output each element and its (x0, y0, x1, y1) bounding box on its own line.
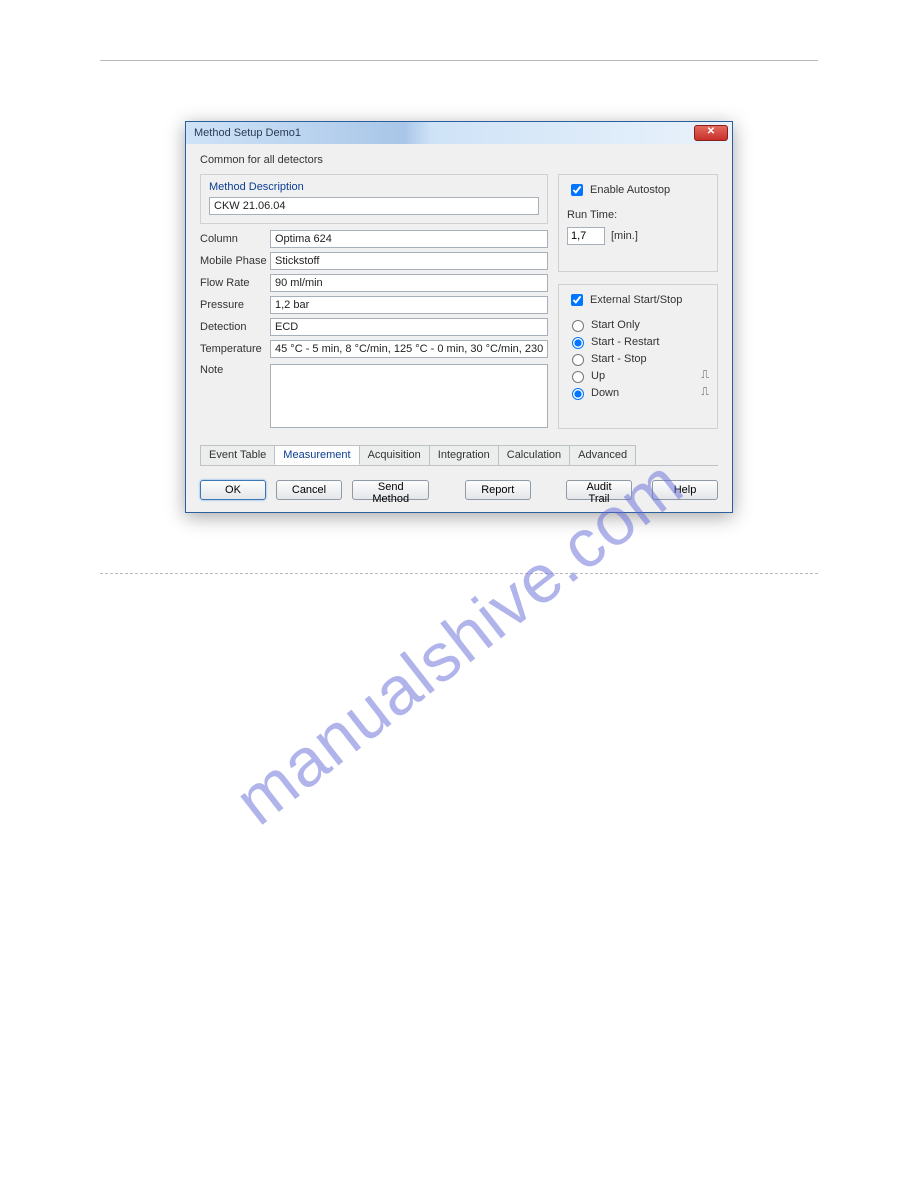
titlebar: Method Setup Demo1 ✕ (186, 122, 732, 144)
enable-autostop-checkbox[interactable]: Enable Autostop (567, 181, 709, 199)
method-description-group: Method Description (200, 174, 548, 224)
button-bar: OK Cancel Send Method Report Audit Trail… (186, 472, 732, 512)
detection-input[interactable] (270, 318, 548, 336)
flow-rate-label: Flow Rate (200, 277, 270, 289)
close-button[interactable]: ✕ (694, 125, 728, 141)
run-time-input[interactable] (567, 227, 605, 245)
ok-button[interactable]: OK (200, 480, 266, 500)
top-rule (100, 60, 818, 61)
up-radio[interactable]: Up ⎍ (567, 368, 709, 383)
start-restart-radio[interactable]: Start - Restart (567, 334, 709, 349)
detection-label: Detection (200, 321, 270, 333)
column-label: Column (200, 233, 270, 245)
falling-edge-icon: ⎍ (701, 386, 709, 399)
tab-calculation[interactable]: Calculation (498, 445, 570, 465)
flow-rate-input[interactable] (270, 274, 548, 292)
tab-strip: Event Table Measurement Acquisition Inte… (200, 445, 718, 466)
method-setup-dialog: Method Setup Demo1 ✕ Common for all dete… (185, 121, 733, 513)
report-button[interactable]: Report (465, 480, 531, 500)
enable-autostop-label: Enable Autostop (590, 184, 670, 196)
tab-event-table[interactable]: Event Table (200, 445, 275, 465)
run-time-unit: [min.] (611, 230, 638, 242)
help-button[interactable]: Help (652, 480, 718, 500)
method-description-label: Method Description (209, 181, 539, 193)
tab-measurement[interactable]: Measurement (274, 445, 359, 465)
tab-acquisition[interactable]: Acquisition (359, 445, 430, 465)
common-for-all-label: Common for all detectors (200, 154, 718, 166)
mobile-phase-label: Mobile Phase (200, 255, 270, 267)
note-label: Note (200, 364, 270, 376)
temperature-label: Temperature (200, 343, 270, 355)
dashed-separator (100, 573, 818, 574)
start-stop-radio[interactable]: Start - Stop (567, 351, 709, 366)
tab-advanced[interactable]: Advanced (569, 445, 636, 465)
external-start-stop-checkbox[interactable]: External Start/Stop (567, 291, 709, 309)
dialog-title: Method Setup Demo1 (194, 127, 301, 139)
start-only-radio[interactable]: Start Only (567, 317, 709, 332)
pressure-label: Pressure (200, 299, 270, 311)
audit-trail-button[interactable]: Audit Trail (566, 480, 632, 500)
send-method-button[interactable]: Send Method (352, 480, 429, 500)
method-description-input[interactable] (209, 197, 539, 215)
down-radio[interactable]: Down ⎍ (567, 385, 709, 400)
note-textarea[interactable] (270, 364, 548, 428)
cancel-button[interactable]: Cancel (276, 480, 342, 500)
column-input[interactable] (270, 230, 548, 248)
autostop-group: Enable Autostop Run Time: [min.] (558, 174, 718, 272)
external-start-stop-input[interactable] (571, 294, 583, 306)
external-start-stop-label: External Start/Stop (590, 294, 682, 306)
rising-edge-icon: ⎍ (701, 369, 709, 382)
tab-integration[interactable]: Integration (429, 445, 499, 465)
pressure-input[interactable] (270, 296, 548, 314)
enable-autostop-input[interactable] (571, 184, 583, 196)
external-start-stop-group: External Start/Stop Start Only Start - R… (558, 284, 718, 429)
temperature-input[interactable] (270, 340, 548, 358)
run-time-label: Run Time: (567, 209, 709, 221)
mobile-phase-input[interactable] (270, 252, 548, 270)
